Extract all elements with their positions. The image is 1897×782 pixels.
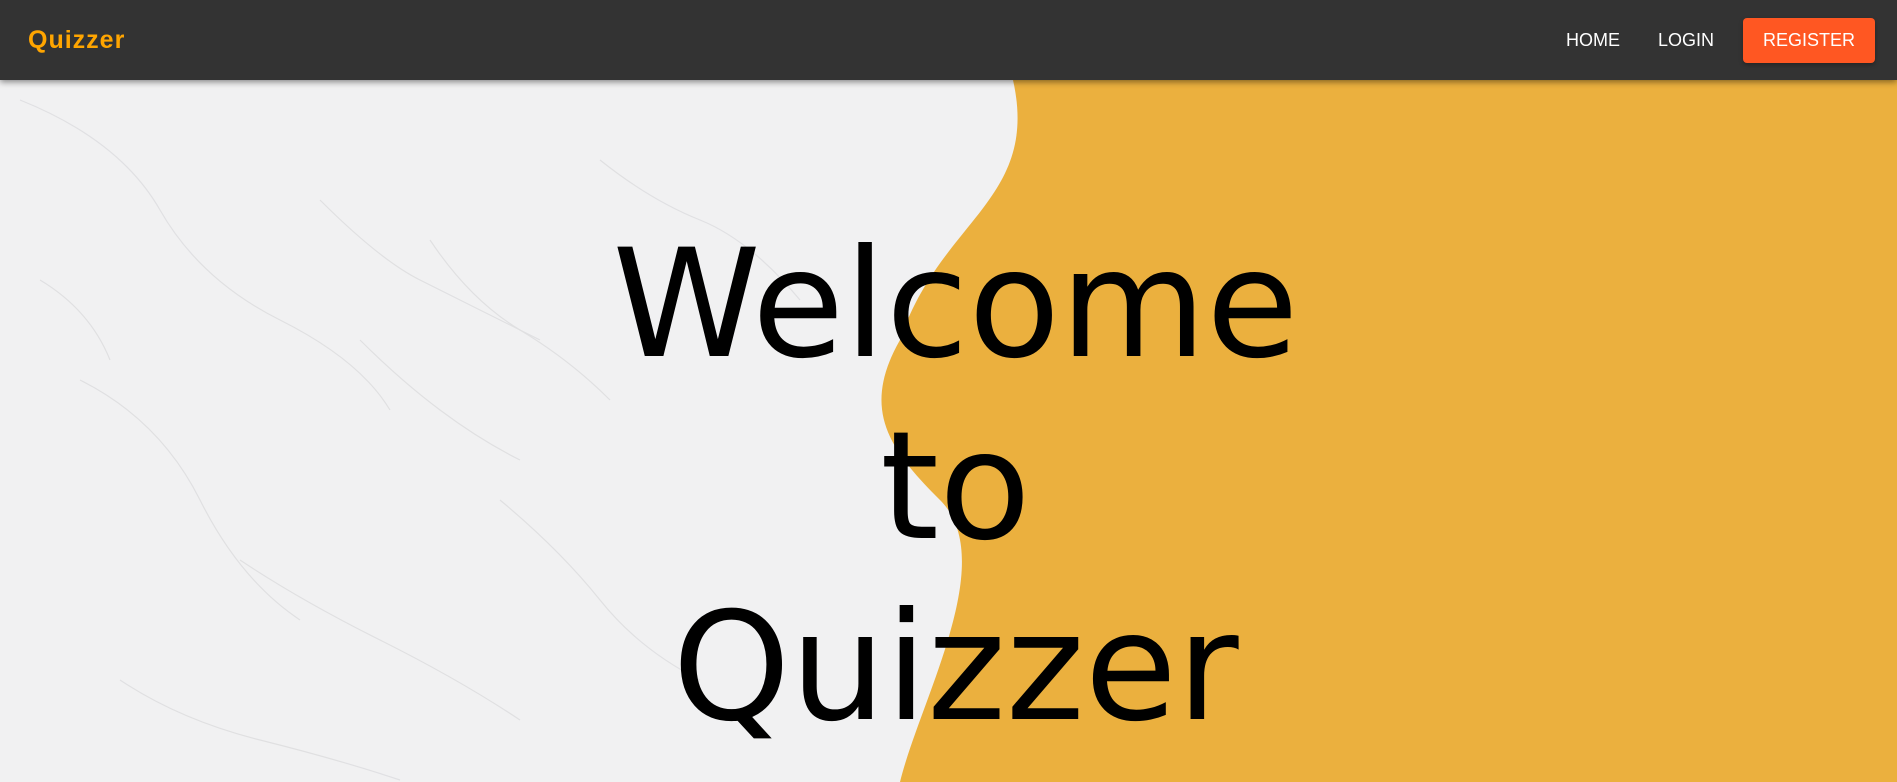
register-button[interactable]: REGISTER (1742, 17, 1875, 63)
nav-home-link[interactable]: HOME (1547, 30, 1639, 51)
welcome-line-1: Welcome (612, 218, 1299, 392)
nav-links: HOME LOGIN REGISTER (1547, 0, 1875, 80)
top-navbar: Quizzer HOME LOGIN REGISTER (0, 0, 1897, 80)
hero-section: Welcome to Quizzer (0, 80, 1897, 782)
nav-login-link[interactable]: LOGIN (1639, 30, 1733, 51)
brand-logo[interactable]: Quizzer (28, 0, 125, 80)
welcome-line-2: to (880, 400, 1031, 574)
welcome-line-3: Quizzer (672, 581, 1239, 755)
